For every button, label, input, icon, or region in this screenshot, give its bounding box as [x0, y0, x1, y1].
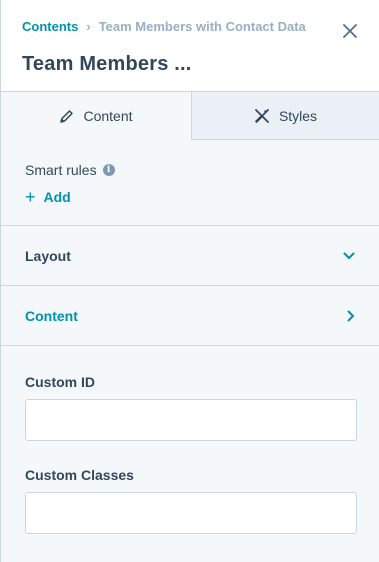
styles-icon [255, 108, 269, 123]
chevron-right-icon [347, 310, 354, 321]
advanced-fields: Custom ID Custom Classes [1, 346, 379, 534]
custom-classes-input[interactable] [25, 492, 357, 534]
content-section-link[interactable]: Content [1, 286, 379, 346]
breadcrumb: Contents › Team Members with Contact Dat… [22, 19, 306, 34]
layout-section-toggle[interactable]: Layout [1, 226, 379, 286]
custom-classes-label: Custom Classes [25, 467, 134, 483]
tab-styles[interactable]: Styles [191, 92, 379, 140]
close-icon [343, 24, 357, 38]
breadcrumb-contents-link[interactable]: Contents [22, 19, 78, 34]
pencil-icon [60, 109, 74, 123]
custom-id-input[interactable] [25, 399, 357, 441]
breadcrumb-separator: › [86, 19, 91, 34]
plus-icon: + [25, 187, 36, 207]
smart-rules-header: Smart rules i [25, 162, 355, 178]
breadcrumb-current: Team Members with Contact Data [98, 19, 306, 34]
custom-id-label: Custom ID [25, 374, 95, 390]
panel-header: Contents › Team Members with Contact Dat… [1, 0, 379, 92]
custom-id-group: Custom ID [25, 374, 357, 441]
custom-classes-group: Custom Classes [25, 467, 357, 534]
smart-rules-section: Smart rules i + Add [1, 140, 379, 226]
content-section-label: Content [25, 307, 78, 324]
close-button[interactable] [341, 22, 359, 40]
info-icon[interactable]: i [102, 164, 115, 176]
page-title: Team Members ... [22, 53, 192, 75]
module-editor-panel: Contents › Team Members with Contact Dat… [0, 0, 379, 562]
tab-styles-label: Styles [278, 107, 318, 124]
tab-bar: Content Styles [1, 92, 379, 140]
tab-content[interactable]: Content [1, 92, 191, 140]
tab-content-label: Content [83, 108, 133, 124]
add-smart-rule-label: Add [43, 189, 71, 205]
layout-section-label: Layout [25, 247, 71, 264]
add-smart-rule-button[interactable]: + Add [25, 187, 355, 207]
smart-rules-label: Smart rules [25, 162, 97, 178]
chevron-down-icon [343, 252, 355, 259]
